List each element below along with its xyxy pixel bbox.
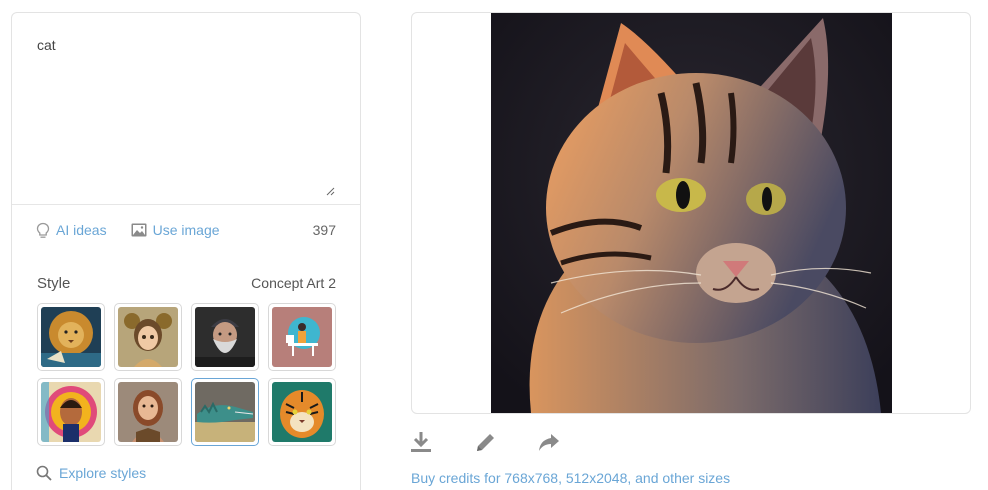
style-thumbnail[interactable] (114, 378, 182, 446)
image-actions (410, 430, 560, 454)
woman-thumbnail (118, 382, 178, 442)
selected-style-name[interactable]: Concept Art 2 (251, 275, 336, 291)
use-image-button[interactable]: Use image (131, 222, 220, 238)
style-label: Style (37, 274, 71, 292)
style-thumbnail[interactable] (191, 303, 259, 371)
girl-thumbnail (118, 307, 178, 367)
cat-image[interactable] (491, 13, 892, 413)
style-thumbnail[interactable] (268, 303, 336, 371)
search-icon (36, 465, 52, 481)
style-thumbnail[interactable] (37, 378, 105, 446)
crocodile-thumbnail (195, 382, 255, 442)
prompt-textarea[interactable]: cat (12, 13, 360, 205)
prompt-tools: AI ideas Use image 397 (36, 219, 336, 241)
desk-thumbnail (272, 307, 332, 367)
prompt-text[interactable]: cat (37, 37, 56, 53)
explore-styles-link[interactable]: Explore styles (36, 465, 146, 481)
lion-thumbnail (41, 307, 101, 367)
share-icon[interactable] (538, 430, 560, 454)
generator-panel: cat AI ideas Use image 397 Style Concept… (11, 12, 361, 490)
ai-ideas-label: AI ideas (56, 222, 107, 238)
character-count: 397 (312, 222, 336, 238)
style-header: Style Concept Art 2 (37, 273, 336, 293)
man-thumbnail (195, 307, 255, 367)
style-thumbnail[interactable] (268, 378, 336, 446)
download-icon[interactable] (410, 430, 432, 454)
pencil-icon[interactable] (474, 430, 496, 454)
popart-thumbnail (41, 382, 101, 442)
ai-ideas-button[interactable]: AI ideas (36, 222, 107, 239)
use-image-label: Use image (152, 222, 220, 238)
style-thumbnail-grid (37, 303, 337, 446)
explore-styles-label: Explore styles (59, 465, 147, 481)
image-icon (131, 223, 147, 237)
style-thumbnail[interactable] (114, 303, 182, 371)
style-thumbnail[interactable] (37, 303, 105, 371)
buy-credits-link[interactable]: Buy credits for 768x768, 512x2048, and o… (411, 470, 730, 486)
result-image-frame (411, 12, 971, 414)
style-thumbnail-selected[interactable] (191, 378, 259, 446)
resize-grip-icon[interactable] (325, 186, 335, 196)
lightbulb-icon (36, 222, 50, 239)
tiger-thumbnail (272, 382, 332, 442)
